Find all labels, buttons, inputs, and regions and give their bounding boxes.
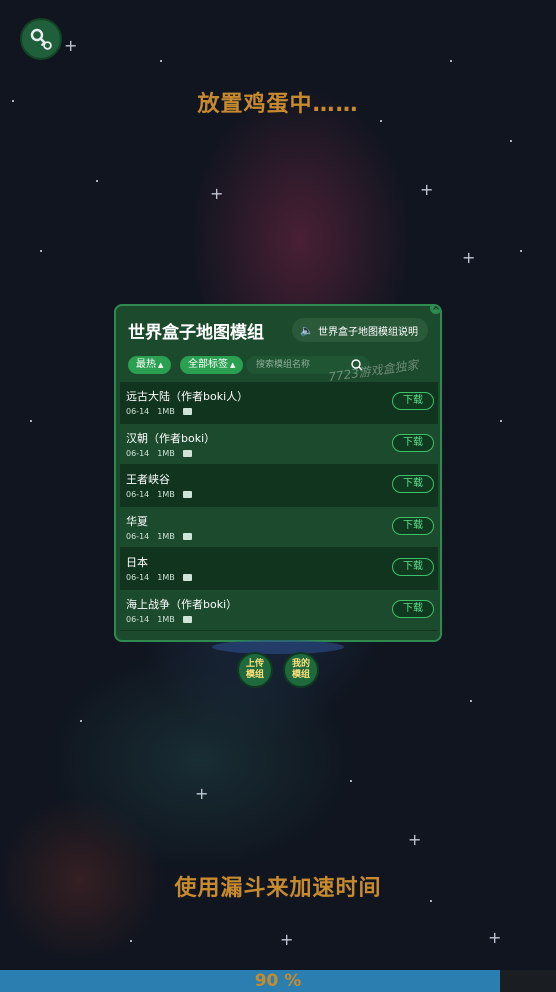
sparkle-icon: + — [408, 830, 422, 849]
download-button[interactable]: 下载 — [392, 558, 434, 576]
mod-meta: 06-14 1MB — [126, 615, 192, 624]
mod-size: 1MB — [157, 614, 175, 624]
sparkle-icon: + — [64, 36, 78, 55]
list-item[interactable]: 日本 06-14 1MB 下载 — [120, 548, 438, 590]
loading-status-text: 放置鸡蛋中…… — [197, 92, 359, 117]
mod-meta: 06-14 1MB — [126, 407, 192, 416]
image-icon — [182, 615, 192, 623]
sort-hot-label: 最热 — [136, 359, 156, 370]
star — [30, 420, 32, 422]
image-icon — [182, 532, 192, 540]
download-button[interactable]: 下载 — [392, 475, 434, 493]
progress-label: 90 % — [254, 971, 302, 991]
star — [520, 250, 522, 252]
star — [130, 940, 132, 942]
mod-list[interactable]: 远古大陆（作者boki人） 06-14 1MB 下载 汉朝（作者boki） 06… — [120, 382, 438, 638]
star — [160, 60, 162, 62]
mod-info-button[interactable]: 🔈 世界盒子地图模组说明 — [292, 318, 428, 342]
mod-size: 1MB — [157, 448, 175, 458]
star — [470, 700, 472, 702]
sparkle-icon: + — [420, 180, 434, 199]
star — [450, 60, 452, 62]
list-item[interactable]: 海上战争（作者boki） 06-14 1MB 下载 — [120, 589, 438, 631]
map-mod-panel: × 世界盒子地图模组 🔈 世界盒子地图模组说明 最热 ▲ 全部标签 ▲ 搜索模组名称… — [114, 304, 442, 642]
key-button[interactable] — [20, 18, 62, 60]
mod-size: 1MB — [157, 407, 175, 416]
caret-up-icon: ▲ — [158, 361, 164, 369]
mod-name: 远古大陆（作者boki人） — [126, 390, 249, 403]
download-button[interactable]: 下载 — [392, 599, 434, 618]
mod-size: 1MB — [157, 490, 175, 499]
image-icon — [182, 449, 192, 457]
sparkle-icon: + — [488, 928, 502, 947]
mod-name: 王者峡谷 — [126, 473, 170, 486]
mod-name: 汉朝（作者boki） — [126, 431, 216, 445]
tag-filter-label: 全部标签 — [188, 359, 228, 370]
list-item[interactable]: 华夏 06-14 1MB 下载 — [120, 506, 438, 548]
my-mods-button[interactable]: 我的 模组 — [283, 652, 319, 688]
star — [380, 120, 382, 122]
download-button[interactable]: 下载 — [392, 392, 434, 410]
mod-date: 06-14 — [126, 573, 150, 582]
sparkle-icon: + — [210, 184, 224, 203]
mod-meta: 06-14 1MB — [126, 490, 192, 499]
mod-size: 1MB — [157, 531, 175, 541]
star — [40, 250, 42, 252]
mod-name: 日本 — [126, 556, 148, 569]
image-icon — [182, 574, 192, 581]
mod-name: 海上战争（作者boki） — [126, 597, 238, 611]
mod-meta: 06-14 1MB — [126, 532, 192, 541]
mod-meta: 06-14 1MB — [126, 449, 192, 458]
image-icon — [182, 491, 192, 498]
sparkle-icon: + — [280, 930, 294, 949]
mod-size: 1MB — [157, 573, 175, 582]
mod-info-label: 世界盒子地图模组说明 — [318, 326, 418, 338]
list-item[interactable]: 王者峡谷 06-14 1MB 下载 — [120, 465, 438, 507]
mod-date: 06-14 — [126, 614, 150, 624]
mod-date: 06-14 — [126, 490, 150, 499]
mod-date: 06-14 — [126, 531, 150, 541]
mod-date: 06-14 — [126, 448, 150, 458]
speaker-icon: 🔈 — [300, 323, 314, 337]
caret-up-icon: ▲ — [230, 361, 236, 369]
key-gear-icon — [30, 28, 52, 50]
search-placeholder: 搜索模组名称 — [256, 360, 311, 370]
star — [510, 140, 512, 142]
star — [80, 720, 82, 722]
upload-mod-button[interactable]: 上传 模组 — [237, 652, 273, 688]
star — [500, 420, 502, 422]
mod-meta: 06-14 1MB — [126, 573, 192, 582]
panel-title: 世界盒子地图模组 — [128, 323, 264, 343]
star — [96, 180, 98, 182]
sort-hot-dropdown[interactable]: 最热 ▲ — [128, 356, 172, 374]
download-button[interactable]: 下载 — [392, 433, 434, 452]
loading-progress-bar: 90 % — [0, 970, 556, 992]
mod-date: 06-14 — [126, 407, 150, 416]
sparkle-icon: + — [195, 784, 209, 803]
hint-text: 使用漏斗来加速时间 — [174, 876, 382, 901]
tag-filter-dropdown[interactable]: 全部标签 ▲ — [180, 356, 244, 374]
mod-name: 华夏 — [126, 514, 148, 528]
list-item[interactable]: 远古大陆（作者boki人） 06-14 1MB 下载 — [120, 382, 438, 424]
download-button[interactable]: 下载 — [392, 516, 434, 535]
list-item[interactable]: 汉朝（作者boki） 06-14 1MB 下载 — [120, 423, 438, 465]
portal-glow — [212, 640, 344, 654]
image-icon — [182, 408, 192, 415]
star — [350, 780, 352, 782]
sparkle-icon: + — [462, 248, 476, 267]
